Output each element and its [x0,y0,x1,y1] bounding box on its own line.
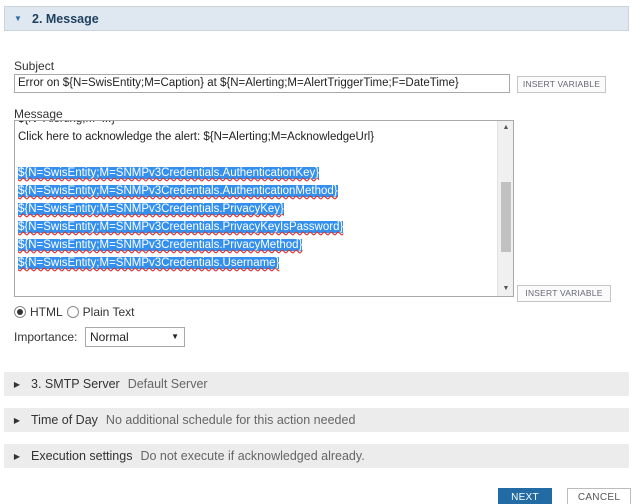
message-textarea[interactable]: ${N=Alerting;M=...} Click here to acknow… [14,120,514,297]
caret-right-icon: ▶ [13,379,21,389]
next-button[interactable]: NEXT [498,488,552,504]
message-label: Message [14,107,63,121]
subject-input[interactable]: Error on ${N=SwisEntity;M=Caption} at ${… [14,74,510,93]
message-scrollbar[interactable]: ▲ ▼ [497,121,513,296]
message-line: Click here to acknowledge the alert: ${N… [18,131,375,143]
scroll-down-arrow-icon[interactable]: ▼ [498,282,513,296]
cancel-button[interactable]: CANCEL [567,488,631,504]
section-subtitle: Default Server [127,377,208,391]
subject-label: Subject [14,59,55,73]
selected-variable-line: ${N=SwisEntity;M=SNMPv3Credentials.Authe… [18,185,338,197]
dropdown-arrow-icon: ▼ [171,332,179,341]
section-header-execution-settings[interactable]: ▶ Execution settings Do not execute if a… [4,444,629,468]
html-radio-label[interactable]: HTML [30,305,63,319]
selected-variable-line: ${N=SwisEntity;M=SNMPv3Credentials.Priva… [18,239,303,251]
html-radio[interactable] [14,306,26,318]
importance-label: Importance: [14,330,78,344]
message-line: ${N=Alerting;M=...} [18,121,498,128]
scroll-up-arrow-icon[interactable]: ▲ [498,121,513,135]
section-title: Execution settings [31,449,133,463]
plain-text-radio-label[interactable]: Plain Text [83,305,135,319]
section-subtitle: No additional schedule for this action n… [105,413,356,427]
section-header-message[interactable]: ▼ 2. Message [4,6,629,31]
caret-right-icon: ▶ [13,415,21,425]
message-line-blank: ​ [18,146,498,164]
caret-right-icon: ▶ [13,451,21,461]
insert-variable-subject-button[interactable]: INSERT VARIABLE [517,76,606,93]
caret-down-icon: ▼ [14,14,22,23]
section-title: Time of Day [31,413,98,427]
section-header-time-of-day[interactable]: ▶ Time of Day No additional schedule for… [4,408,629,432]
importance-select[interactable]: Normal ▼ [85,327,185,347]
insert-variable-message-button[interactable]: INSERT VARIABLE [517,285,611,302]
section-title: 2. Message [32,11,99,26]
selected-variable-line: ${N=SwisEntity;M=SNMPv3Credentials.Authe… [18,167,320,179]
scroll-thumb[interactable] [501,182,511,252]
selected-variable-line: ${N=SwisEntity;M=SNMPv3Credentials.Usern… [18,257,280,269]
format-radio-group: HTML Plain Text [14,305,134,319]
selected-variable-line: ${N=SwisEntity;M=SNMPv3Credentials.Priva… [18,221,344,233]
importance-value: Normal [90,330,129,344]
selected-variable-line: ${N=SwisEntity;M=SNMPv3Credentials.Priva… [18,203,284,215]
section-subtitle: Do not execute if acknowledged already. [140,449,365,463]
section-header-smtp-server[interactable]: ▶ 3. SMTP Server Default Server [4,372,629,396]
plain-text-radio[interactable] [66,306,79,318]
section-title: 3. SMTP Server [31,377,120,391]
